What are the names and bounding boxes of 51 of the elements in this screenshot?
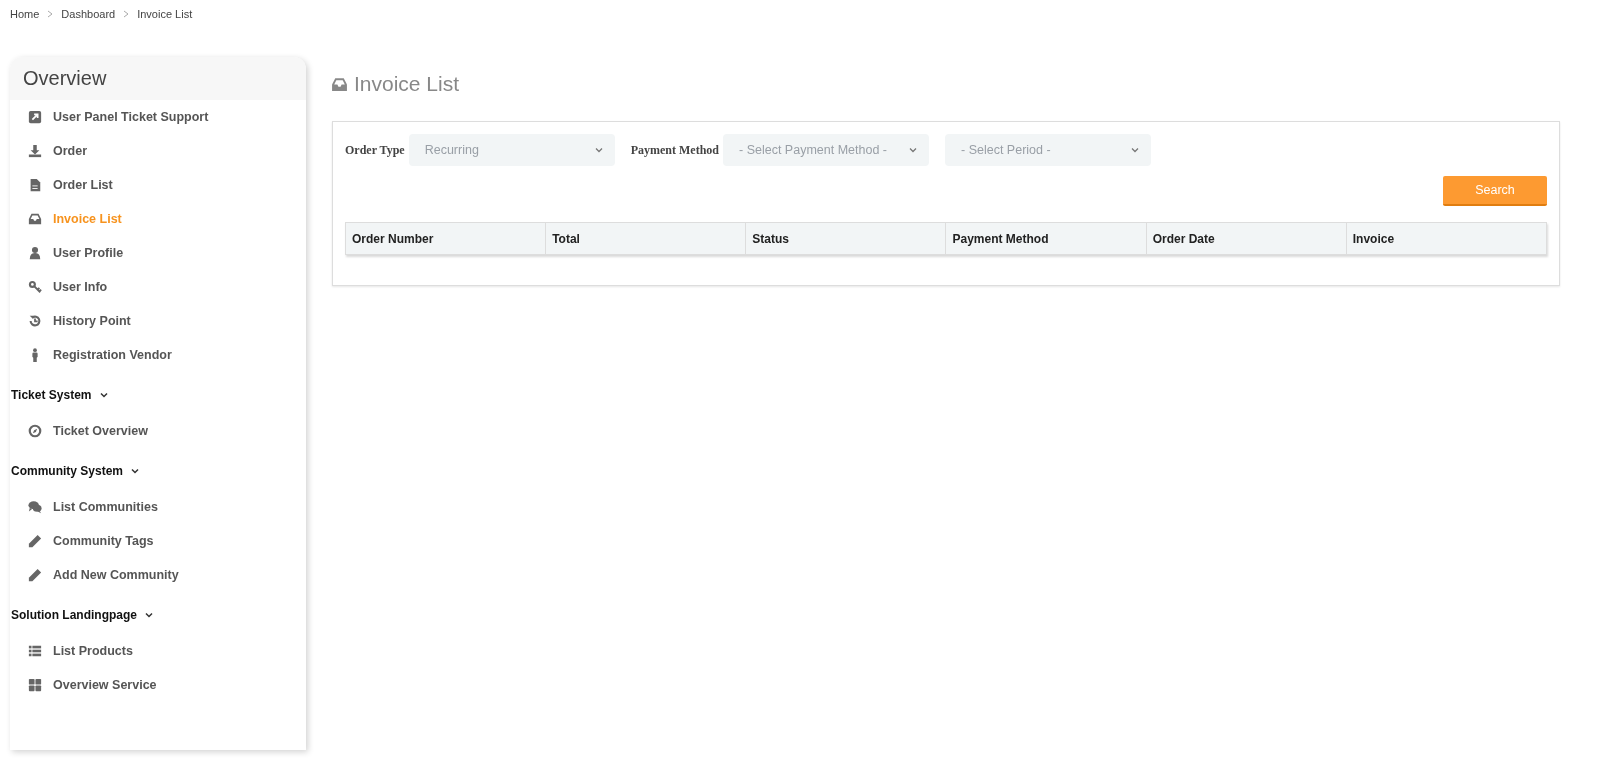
sidebar-item[interactable]: Overview Service [10,668,306,702]
key-icon [28,280,42,294]
filter-label: Order Type [345,142,405,158]
sidebar-item[interactable]: List Products [10,634,306,668]
chevron-down-icon [909,146,917,154]
sidebar-item[interactable]: Ticket Overview [10,414,306,448]
sidebar-item[interactable]: User Info [10,270,306,304]
external-link-icon [28,110,42,124]
sidebar-item[interactable]: User Panel Ticket Support [10,100,306,134]
inbox-icon [28,212,42,226]
list-icon [28,644,42,658]
filter-label: Payment Method [630,142,719,158]
page-title: Invoice List [354,72,460,96]
sidebar-item[interactable]: Order [10,134,306,168]
column-header: Total [545,222,746,255]
document-icon [28,178,42,192]
pencil-icon [28,568,42,582]
column-header: Invoice [1346,222,1547,255]
pencil-icon [28,534,42,548]
chevron-down-icon [145,611,153,619]
chevron-down-icon [594,146,603,154]
sidebar-item[interactable]: History Point [10,304,306,338]
breadcrumb-link[interactable]: Dashboard [61,8,116,20]
compass-icon [28,424,42,438]
chevron-down-icon [99,391,108,399]
sidebar-title: Overview [10,57,306,100]
column-header: Order Number [345,222,546,255]
history-icon [28,314,42,328]
sidebar-group-header[interactable]: Ticket System [10,376,306,414]
breadcrumb-link[interactable]: Home [10,8,40,20]
chevron-down-icon [131,467,140,475]
grid-icon [28,678,42,692]
sidebar-group-header[interactable]: Community System [10,452,306,490]
chevron-right-icon [46,10,55,18]
column-header: Status [745,222,946,255]
chevron-right-icon [122,10,131,18]
sidebar-item[interactable]: Registration Vendor [10,338,306,372]
inbox-icon [331,75,348,93]
sidebar-item[interactable]: Community Tags [10,524,306,558]
user-icon [28,246,42,260]
sidebar-group-header[interactable]: Solution Landingpage [10,596,306,634]
column-header: Payment Method [945,222,1147,255]
chevron-down-icon [1131,146,1139,154]
sidebar-item[interactable]: Add New Community [10,558,306,592]
column-header: Order Date [1146,222,1347,255]
breadcrumb-link[interactable]: Invoice List [137,8,193,20]
sidebar-item[interactable]: User Profile [10,236,306,270]
chat-icon [28,500,42,514]
sidebar-item[interactable]: Order List [10,168,306,202]
download-icon [28,144,42,158]
sidebar-item[interactable]: List Communities [10,490,306,524]
